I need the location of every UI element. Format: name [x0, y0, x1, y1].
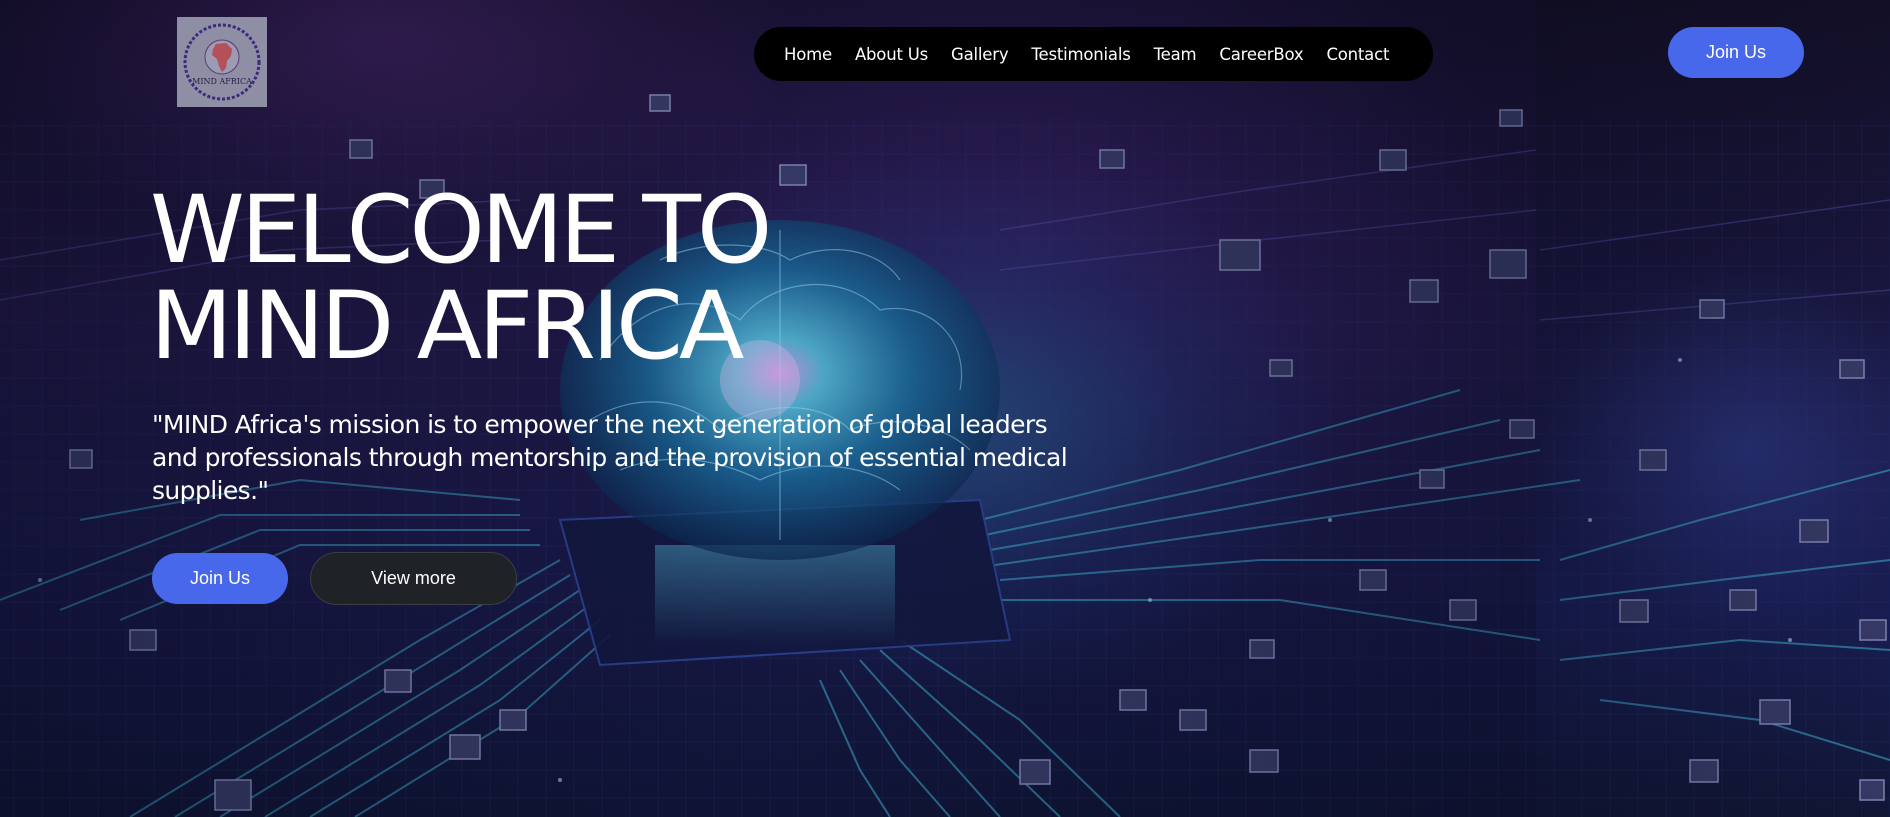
- nav-item-team[interactable]: Team: [1154, 45, 1197, 64]
- africa-logo-icon: MIND AFRICA: [183, 23, 261, 101]
- nav-item-home[interactable]: Home: [784, 45, 832, 64]
- mission-statement: "MIND Africa's mission is to empower the…: [152, 410, 1068, 505]
- nav-item-about-us[interactable]: About Us: [855, 45, 928, 64]
- hero-join-us-button[interactable]: Join Us: [152, 553, 288, 604]
- nav-item-testimonials[interactable]: Testimonials: [1031, 45, 1130, 64]
- nav-item-contact[interactable]: Contact: [1326, 45, 1389, 64]
- hero-title-line-2: MIND AFRICA: [150, 272, 744, 381]
- nav-item-careerbox[interactable]: CareerBox: [1219, 45, 1303, 64]
- main-navigation: Home About Us Gallery Testimonials Team …: [754, 27, 1433, 81]
- hero-title-line-1: WELCOME TO: [150, 176, 772, 285]
- view-more-button[interactable]: View more: [310, 552, 517, 605]
- nav-item-gallery[interactable]: Gallery: [951, 45, 1009, 64]
- logo-text: MIND AFRICA: [192, 77, 252, 86]
- hero-title: WELCOME TO MIND AFRICA: [150, 183, 966, 375]
- site-logo[interactable]: MIND AFRICA: [177, 17, 267, 107]
- header-join-us-button[interactable]: Join Us: [1668, 27, 1804, 78]
